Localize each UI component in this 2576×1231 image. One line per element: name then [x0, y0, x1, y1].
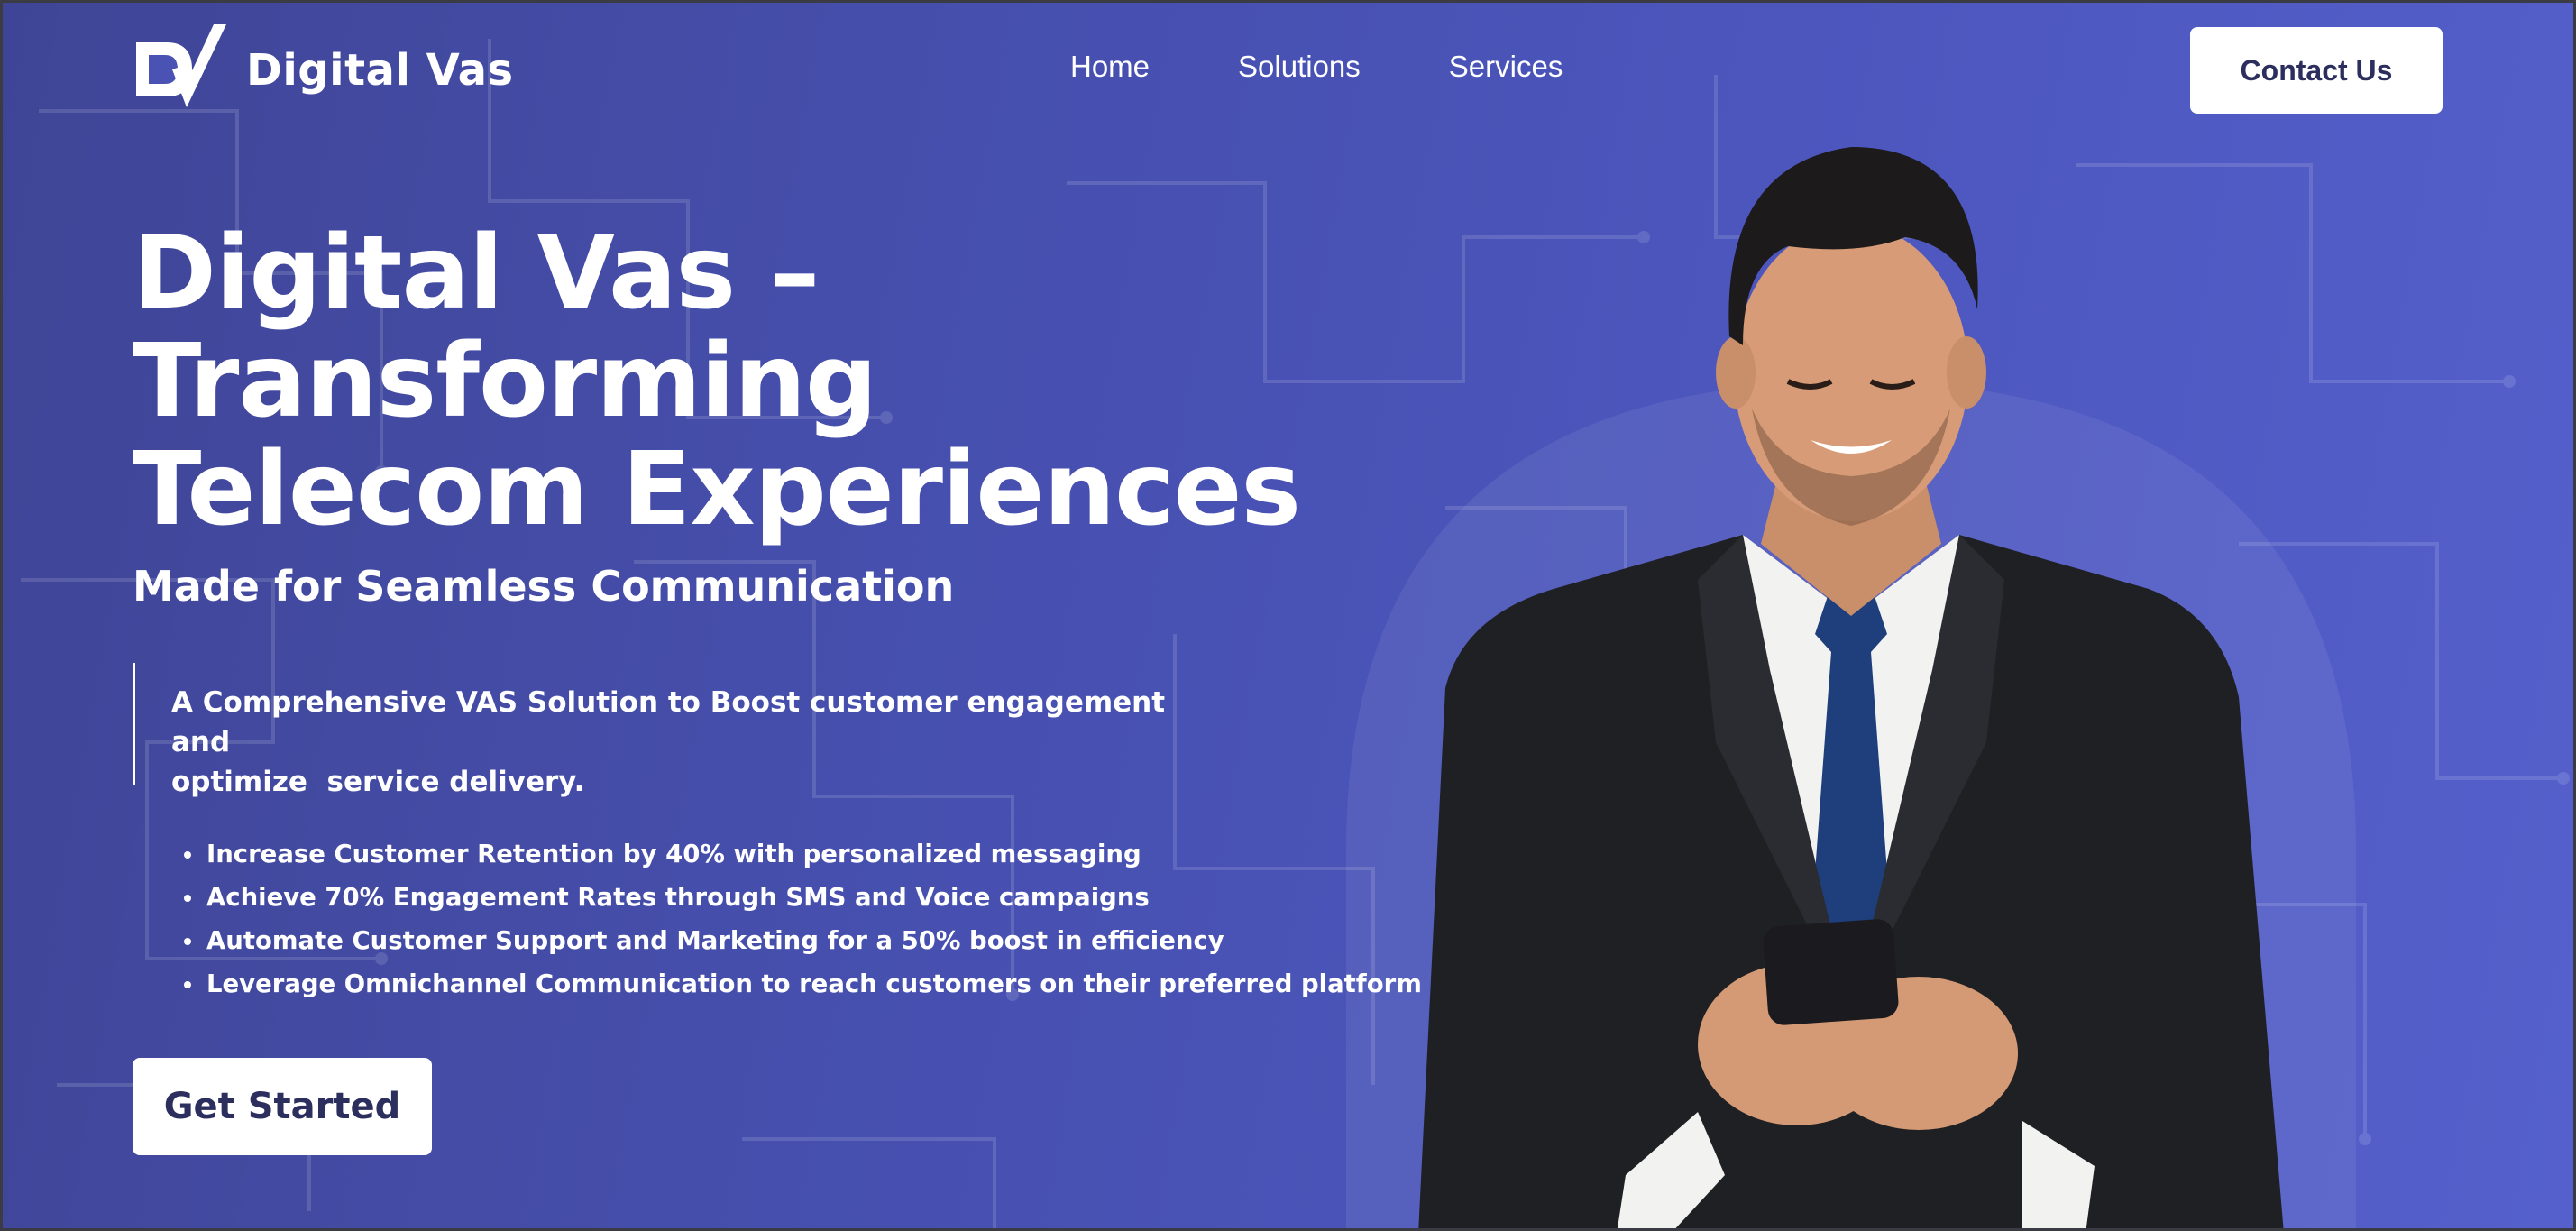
headline-line-1: Digital Vas –: [133, 215, 820, 332]
landing-page: Digital Vas Home Solutions Services Cont…: [0, 0, 2576, 1231]
main-nav: Home Solutions Services: [1070, 50, 1563, 84]
hero-subheading: Made for Seamless Communication: [133, 562, 955, 611]
contact-us-button[interactable]: Contact Us: [2190, 27, 2443, 114]
hero-intro-quote: A Comprehensive VAS Solution to Boost cu…: [133, 663, 1196, 798]
headline-line-3: Telecom Experiences: [133, 431, 1301, 548]
brand-name: Digital Vas: [246, 45, 514, 96]
nav-home-link[interactable]: Home: [1070, 50, 1150, 84]
benefit-item: Increase Customer Retention by 40% with …: [205, 832, 1422, 876]
headline-line-2: Transforming: [133, 323, 877, 440]
benefit-item: Achieve 70% Engagement Rates through SMS…: [205, 876, 1422, 919]
benefit-item: Automate Customer Support and Marketing …: [205, 919, 1422, 962]
nav-services-link[interactable]: Services: [1449, 50, 1563, 84]
get-started-button[interactable]: Get Started: [133, 1058, 432, 1155]
brand-logo[interactable]: Digital Vas: [133, 23, 514, 118]
benefits-list: Increase Customer Retention by 40% with …: [172, 832, 1422, 1006]
businessman-with-smartphone-image: [1346, 147, 2356, 1228]
hero-headline: Digital Vas – Transforming Telecom Exper…: [133, 219, 1305, 544]
benefit-item: Leverage Omnichannel Communication to re…: [205, 962, 1422, 1006]
dv-logo-icon: [136, 24, 226, 107]
nav-solutions-link[interactable]: Solutions: [1238, 50, 1361, 84]
